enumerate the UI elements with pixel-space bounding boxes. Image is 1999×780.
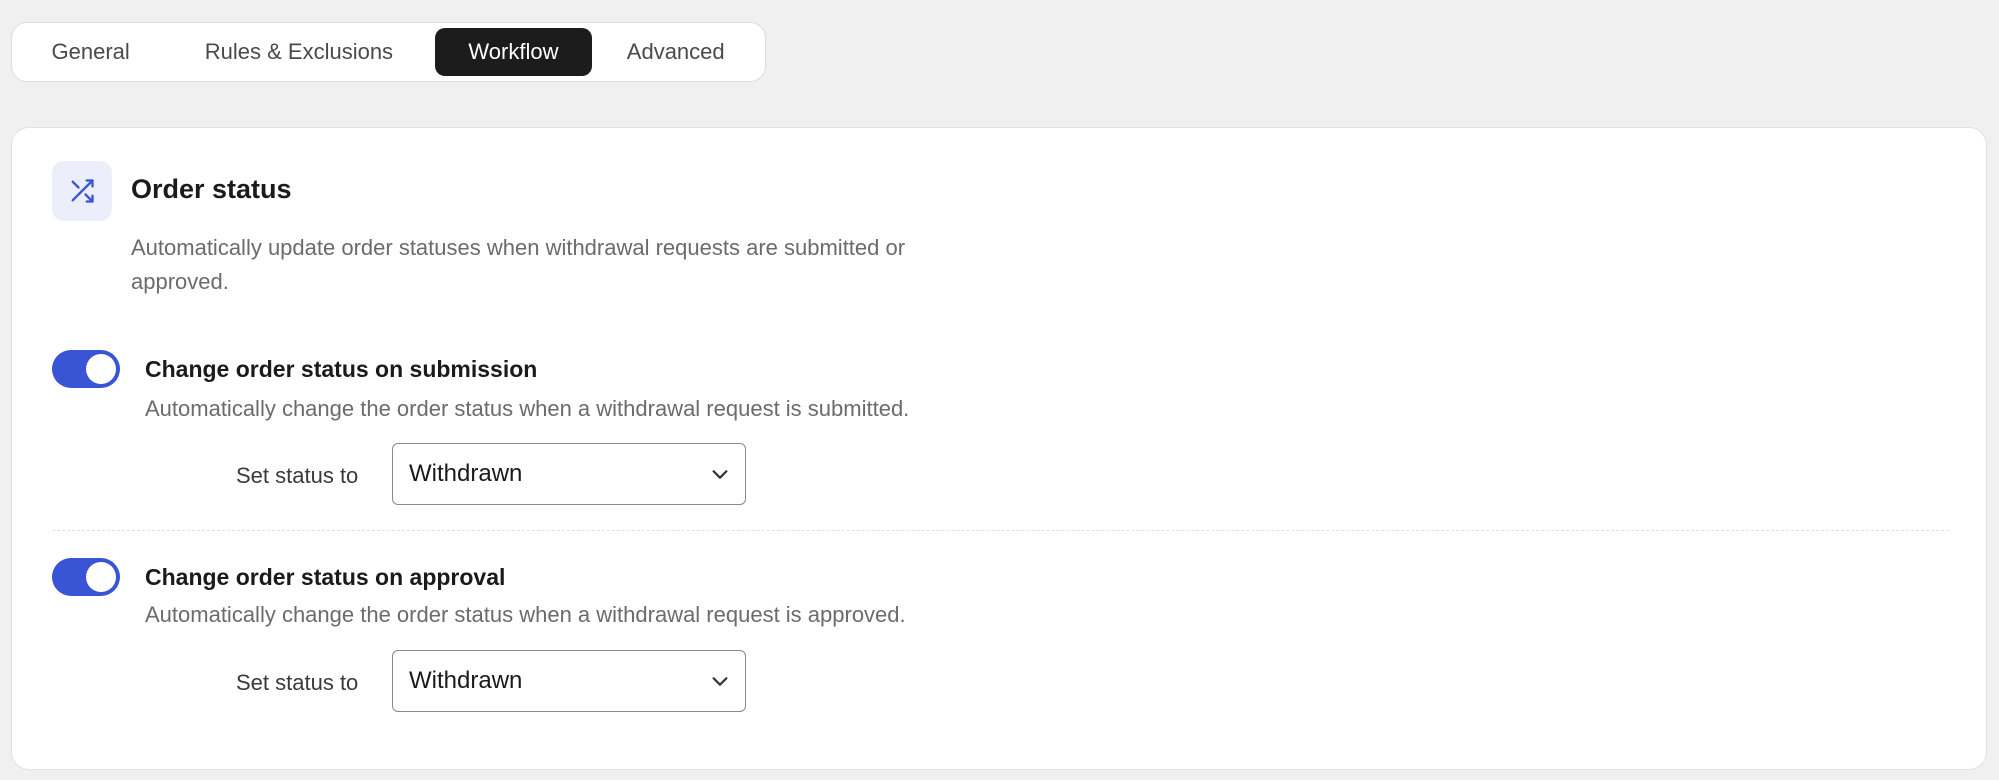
submission-status-label: Set status to xyxy=(236,463,359,488)
approval-status-label: Set status to xyxy=(236,670,359,695)
option-divider xyxy=(52,530,1949,531)
approval-status-select[interactable]: Withdrawn xyxy=(392,650,746,712)
approval-option-description: Automatically change the order status wh… xyxy=(145,602,906,627)
submission-status-toggle[interactable] xyxy=(52,350,120,388)
section-description: Automatically update order statuses when… xyxy=(131,235,906,294)
tab-general[interactable]: General xyxy=(18,28,163,76)
section-icon-box xyxy=(52,161,112,221)
settings-tabs: General Rules & Exclusions Workflow Adva… xyxy=(11,22,766,82)
toggle-knob xyxy=(86,354,116,384)
tab-advanced[interactable]: Advanced xyxy=(592,28,759,76)
toggle-knob xyxy=(86,562,116,592)
section-title: Order status xyxy=(131,174,292,204)
submission-status-value: Withdrawn xyxy=(409,460,523,487)
approval-option-title: Change order status on approval xyxy=(145,564,506,590)
tab-rules-exclusions[interactable]: Rules & Exclusions xyxy=(163,28,434,76)
submission-status-select[interactable]: Withdrawn xyxy=(392,443,746,505)
tab-workflow[interactable]: Workflow xyxy=(434,28,593,76)
submission-option-description: Automatically change the order status wh… xyxy=(145,396,910,421)
chevron-down-icon xyxy=(712,677,728,686)
approval-status-value: Withdrawn xyxy=(409,667,523,694)
order-status-card: Order status Automatically update order … xyxy=(11,127,1987,770)
chevron-down-icon xyxy=(712,470,728,479)
shuffle-icon xyxy=(71,179,94,203)
approval-status-toggle[interactable] xyxy=(52,558,120,596)
submission-option-title: Change order status on submission xyxy=(145,356,538,382)
